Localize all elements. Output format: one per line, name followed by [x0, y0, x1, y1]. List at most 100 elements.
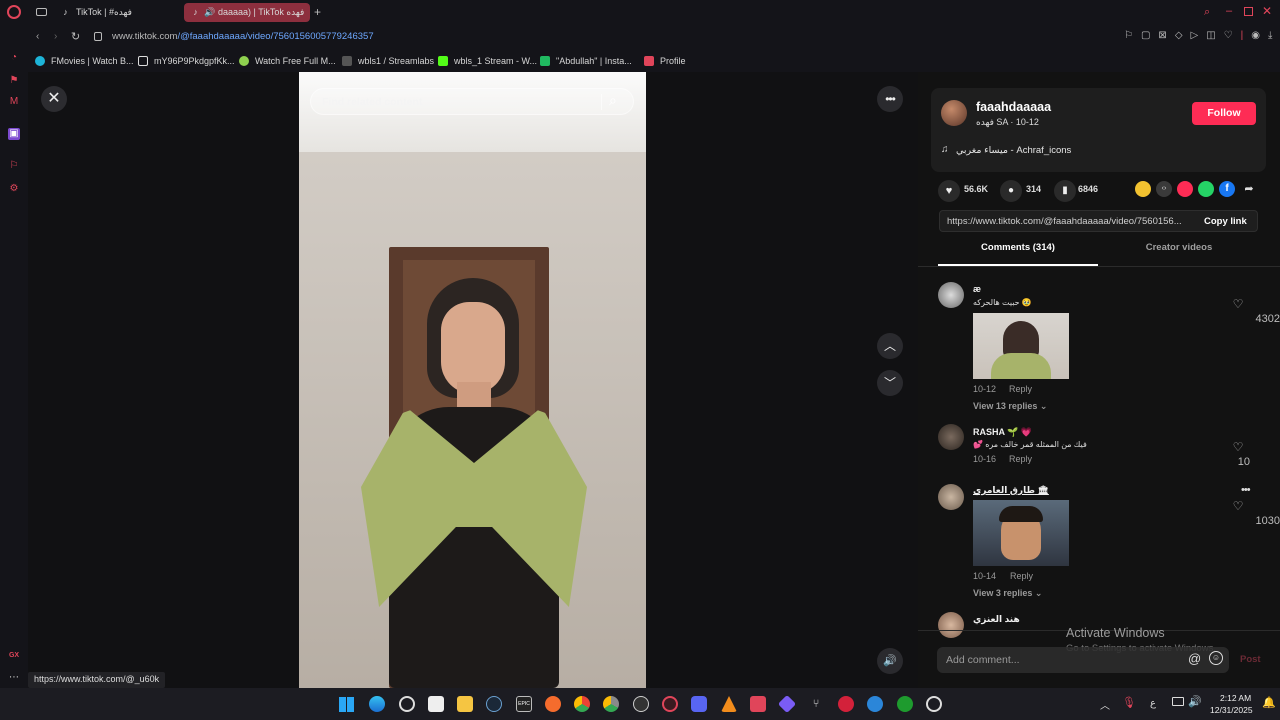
store-icon[interactable] — [428, 696, 444, 712]
settings-icon[interactable]: ⚙ — [8, 183, 20, 195]
profile-icon[interactable]: ◉ — [1251, 30, 1268, 41]
chrome-icon[interactable] — [574, 696, 590, 712]
file-explorer-icon[interactable] — [457, 696, 473, 712]
app-fork-icon[interactable]: ⑂ — [808, 696, 824, 712]
pin-icon[interactable]: ⚐ — [8, 160, 20, 172]
app-search-icon[interactable] — [926, 696, 942, 712]
aria-icon[interactable]: ⚑ — [8, 75, 20, 87]
comment-like-icon[interactable]: ♡ — [1231, 499, 1245, 513]
steam-icon[interactable] — [486, 696, 502, 712]
tab-tiktok-1[interactable]: ♪ TikTok | #فهده — [54, 3, 179, 22]
video-player[interactable]: Find related content ⌕ — [299, 72, 646, 688]
reply-button[interactable]: Reply — [1010, 571, 1033, 581]
chrome-dev-icon[interactable] — [603, 696, 619, 712]
bookmark-fmovies[interactable]: FMovies | Watch B... — [35, 53, 134, 69]
bookmark-instagram[interactable]: "Abdullah" | Insta... — [540, 53, 632, 69]
comment-input-box[interactable]: Add comment... @ ☺ — [937, 647, 1229, 673]
shield-icon[interactable]: ◇ — [1175, 30, 1191, 41]
comments-button[interactable]: ● — [1000, 180, 1022, 202]
comment-avatar[interactable] — [938, 484, 964, 510]
more-options-button[interactable]: ••• — [877, 86, 903, 112]
forward-icon[interactable]: › — [54, 31, 57, 42]
player-icon[interactable]: ▷ — [1191, 30, 1207, 41]
tab-comments[interactable]: Comments (314) — [938, 242, 1098, 253]
speaker-icon[interactable]: 🔊 — [204, 3, 215, 22]
bookmark-profile[interactable]: Profile — [644, 53, 686, 69]
xbox-icon[interactable] — [897, 696, 913, 712]
comment-more-icon[interactable]: ••• — [1241, 484, 1251, 496]
workspaces-icon[interactable] — [36, 8, 47, 16]
obs-icon[interactable] — [633, 696, 649, 712]
app-red-icon[interactable] — [750, 696, 766, 712]
my-flow-icon[interactable]: ◫ — [1206, 30, 1223, 41]
search-bar[interactable]: Find related content ⌕ — [310, 88, 634, 115]
tab-creator-videos[interactable]: Creator videos — [1099, 242, 1259, 253]
search-icon[interactable]: ⌕ — [609, 93, 623, 107]
vlc-icon[interactable] — [721, 696, 737, 712]
author-username[interactable]: faaahdaaaaa — [976, 100, 1051, 114]
opera-gx-taskbar-icon[interactable] — [662, 696, 678, 712]
language-indicator[interactable]: ع — [1150, 698, 1156, 709]
maximize-icon[interactable] — [1244, 7, 1253, 16]
comment-author[interactable]: هند العنزي — [973, 614, 1020, 625]
reload-icon[interactable]: ↻ — [71, 30, 80, 43]
clock-date[interactable]: 12/31/2025 — [1210, 705, 1253, 715]
emoji-icon[interactable]: ☺ — [1209, 651, 1223, 665]
new-tab-icon[interactable]: + — [314, 5, 321, 19]
notifications-icon[interactable]: 🔔 — [1262, 696, 1276, 709]
comment-image[interactable] — [973, 313, 1069, 379]
epic-games-icon[interactable]: EPIC — [516, 696, 532, 712]
comment-avatar[interactable] — [938, 612, 964, 638]
steam-tray-icon[interactable] — [399, 696, 415, 712]
whatsapp-icon[interactable] — [1198, 181, 1214, 197]
friends-icon[interactable] — [1135, 181, 1151, 197]
comment-author[interactable]: طارق العامري 🏛 — [973, 485, 1049, 496]
more-icon[interactable]: ⋯ — [8, 672, 20, 684]
facebook-icon[interactable]: f — [1219, 181, 1235, 197]
tab-tiktok-active[interactable]: ♪ 🔊 daaaaa) | TikTok فهده — [184, 3, 310, 22]
comment-author[interactable]: æ — [973, 284, 981, 294]
reply-button[interactable]: Reply — [1009, 384, 1032, 394]
volume-button[interactable]: 🔊 — [877, 648, 903, 674]
bookmark-button[interactable]: ▮ — [1054, 180, 1076, 202]
minimize-icon[interactable]: – — [1226, 5, 1232, 17]
comment-like-icon[interactable]: ♡ — [1231, 297, 1245, 311]
vpn-icon[interactable]: ⊠ — [1158, 30, 1174, 41]
tray-chevron-icon[interactable]: ︿ — [1100, 697, 1110, 712]
send-icon[interactable] — [1177, 181, 1193, 197]
edge-icon[interactable] — [369, 696, 385, 712]
comment-author[interactable]: RASHA 🌱 💗 — [973, 427, 1032, 438]
app-rec-icon[interactable] — [838, 696, 854, 712]
opera-logo-icon[interactable] — [7, 5, 21, 19]
back-icon[interactable]: ‹ — [36, 31, 39, 42]
view-replies[interactable]: View 3 replies ⌄ — [973, 588, 1042, 599]
windows-start-icon[interactable] — [339, 697, 354, 712]
share-arrow-icon[interactable]: ➦ — [1241, 181, 1257, 197]
network-icon[interactable] — [1172, 697, 1184, 706]
view-replies[interactable]: View 13 replies ⌄ — [973, 401, 1047, 412]
comment-avatar[interactable] — [938, 424, 964, 450]
app-purple-icon[interactable] — [777, 694, 797, 714]
copy-link-button[interactable]: Copy link — [1204, 216, 1247, 227]
speed-dial-icon[interactable]: ◔ — [8, 52, 20, 64]
twitch-icon[interactable]: ▣ — [8, 128, 20, 140]
close-window-icon[interactable]: ✕ — [1262, 4, 1272, 18]
comment-like-icon[interactable]: ♡ — [1231, 440, 1245, 454]
microphone-icon[interactable]: 🎙 — [1122, 696, 1136, 709]
likes-button[interactable]: ♥ — [938, 180, 960, 202]
post-button[interactable]: Post — [1240, 654, 1261, 665]
bookmark-doc[interactable]: mY96P9PkdgpfKk... — [138, 53, 235, 69]
download-icon[interactable]: ⤓ — [1268, 30, 1280, 41]
close-video-button[interactable]: ✕ — [41, 86, 67, 112]
comment-image[interactable] — [973, 500, 1069, 566]
gx-icon[interactable]: GX — [8, 650, 20, 662]
comment-avatar[interactable] — [938, 282, 964, 308]
messenger-icon[interactable]: M — [8, 96, 20, 108]
author-avatar[interactable] — [941, 100, 967, 126]
url-field[interactable]: www.tiktok.com/@faaahdaaaaa/video/756015… — [112, 31, 374, 42]
clock-time[interactable]: 2:12 AM — [1220, 693, 1251, 703]
bookmark-streamlabs[interactable]: wbls1 / Streamlabs — [342, 53, 434, 69]
snapshot-icon[interactable]: ▢ — [1141, 30, 1158, 41]
music-title[interactable]: ميساء مغربي - Achraf_icons — [956, 145, 1071, 156]
next-video-button[interactable]: ﹀ — [877, 370, 903, 396]
